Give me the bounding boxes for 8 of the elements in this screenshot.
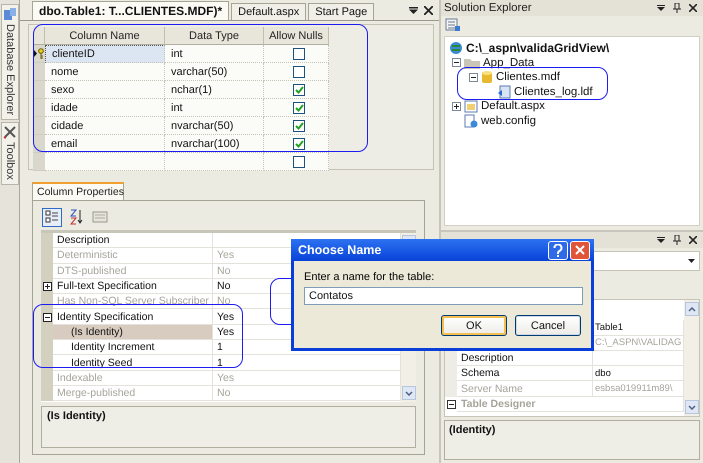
description-title: (Is Identity) xyxy=(47,410,106,422)
column-header: Allow Nulls xyxy=(264,27,329,45)
panel-title: Solution Explorer xyxy=(444,2,532,14)
column-header: Data Type xyxy=(165,27,264,45)
description-title: (Identity) xyxy=(449,424,496,436)
column-header: Column Name xyxy=(45,27,165,45)
field-label: Enter a name for the table: xyxy=(304,271,436,283)
dialog-title: Choose Name xyxy=(298,243,382,257)
